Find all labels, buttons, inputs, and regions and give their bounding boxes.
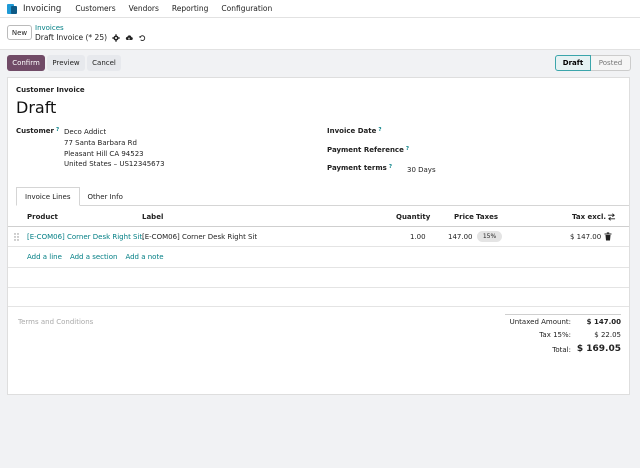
preview-button[interactable]: Preview (47, 55, 85, 71)
new-button[interactable]: New (7, 25, 32, 40)
tax-badge[interactable]: 15% (477, 231, 502, 242)
total-row: Total: $ 169.05 (505, 344, 621, 357)
menu-vendors[interactable]: Vendors (129, 4, 159, 13)
empty-row-divider (8, 267, 629, 268)
untaxed-amount-value: $ 147.00 (586, 318, 621, 326)
top-navbar: Invoicing Customers Vendors Reporting Co… (0, 0, 640, 18)
app-name[interactable]: Invoicing (23, 4, 61, 14)
customer-help-icon[interactable]: ? (56, 127, 59, 133)
terms-and-conditions-field[interactable]: Terms and Conditions (18, 318, 93, 326)
stage-draft[interactable]: Draft (555, 55, 591, 71)
payment-reference-label: Payment Reference? (327, 146, 409, 154)
drag-handle-icon[interactable] (14, 233, 19, 241)
control-panel: New Invoices Draft Invoice (* 25) (0, 18, 640, 50)
cancel-button[interactable]: Cancel (87, 55, 121, 71)
discard-undo-icon[interactable] (138, 34, 146, 42)
customer-street: 77 Santa Barbara Rd (64, 139, 137, 147)
col-label[interactable]: Label (142, 213, 163, 221)
line-product[interactable]: [E-COM06] Corner Desk Right Sit. (27, 233, 144, 241)
form-status-bar: Confirm Preview Cancel Draft Posted (0, 50, 640, 75)
col-tax-excl[interactable]: Tax excl. (572, 213, 606, 221)
col-taxes[interactable]: Taxes (476, 213, 498, 221)
menu-configuration[interactable]: Configuration (221, 4, 272, 13)
tab-other-info[interactable]: Other Info (80, 187, 131, 206)
payment-reference-label-text: Payment Reference (327, 146, 404, 154)
menu-customers[interactable]: Customers (75, 4, 115, 13)
line-subtotal: $ 147.00 (570, 233, 602, 241)
column-settings-icon[interactable] (607, 213, 616, 221)
col-quantity[interactable]: Quantity (396, 213, 430, 221)
confirm-button[interactable]: Confirm (7, 55, 45, 71)
untaxed-amount-row: Untaxed Amount: $ 147.00 (505, 318, 621, 331)
breadcrumb-current: Draft Invoice (* 25) (35, 33, 146, 42)
payment-terms-help-icon[interactable]: ? (389, 164, 392, 170)
stage-posted[interactable]: Posted (591, 55, 631, 71)
invoice-form-sheet: Customer Invoice Draft Customer? Deco Ad… (7, 77, 630, 395)
invoice-date-label-text: Invoice Date (327, 127, 377, 135)
status-stages: Draft Posted (555, 55, 631, 71)
col-price[interactable]: Price (454, 213, 474, 221)
untaxed-amount-label: Untaxed Amount: (509, 318, 571, 326)
payment-terms-value[interactable]: 30 Days (407, 166, 436, 174)
payment-terms-label-text: Payment terms (327, 164, 387, 172)
customer-label: Customer? (16, 127, 59, 135)
line-price[interactable]: 147.00 (448, 233, 473, 241)
customer-city: Pleasant Hill CA 94523 (64, 150, 144, 158)
tab-invoice-lines[interactable]: Invoice Lines (16, 187, 80, 206)
invoicing-app-icon[interactable] (7, 3, 17, 14)
add-line-link[interactable]: Add a line (27, 253, 62, 261)
invoice-totals: Untaxed Amount: $ 147.00 Tax 15%: $ 22.0… (505, 314, 621, 357)
invoice-date-label: Invoice Date? (327, 127, 382, 135)
empty-row-divider (8, 287, 629, 288)
breadcrumb-invoices[interactable]: Invoices (35, 24, 64, 32)
total-label: Total: (552, 346, 571, 354)
add-note-link[interactable]: Add a note (125, 253, 163, 261)
col-product[interactable]: Product (27, 213, 58, 221)
customer-label-text: Customer (16, 127, 54, 135)
document-type: Customer Invoice (16, 86, 85, 94)
add-line-links: Add a line Add a section Add a note (27, 253, 164, 261)
breadcrumb-current-label: Draft Invoice (* 25) (35, 33, 108, 42)
lines-table-header: Product Label Quantity Price Taxes Tax e… (8, 207, 629, 227)
tax-label: Tax 15%: (539, 331, 571, 339)
trash-icon[interactable] (604, 232, 612, 241)
menu-reporting[interactable]: Reporting (172, 4, 208, 13)
invoice-date-help-icon[interactable]: ? (378, 127, 381, 133)
cloud-save-icon[interactable] (125, 34, 133, 42)
add-section-link[interactable]: Add a section (70, 253, 118, 261)
customer-country-vat: United States – US12345673 (64, 160, 165, 168)
tax-value: $ 22.05 (594, 331, 621, 339)
table-row[interactable]: [E-COM06] Corner Desk Right Sit. [E-COM0… (8, 227, 629, 247)
tax-row: Tax 15%: $ 22.05 (505, 331, 621, 344)
document-title: Draft (16, 98, 57, 117)
line-label[interactable]: [E-COM06] Corner Desk Right Sit (142, 233, 257, 241)
payment-reference-help-icon[interactable]: ? (406, 146, 409, 152)
total-value: $ 169.05 (576, 344, 621, 354)
payment-terms-label: Payment terms? (327, 164, 392, 172)
empty-row-divider (8, 306, 629, 307)
line-quantity[interactable]: 1.00 (410, 233, 426, 241)
notebook-tabs: Invoice Lines Other Info (16, 187, 131, 206)
gear-icon[interactable] (112, 33, 120, 42)
customer-name[interactable]: Deco Addict (64, 128, 106, 136)
